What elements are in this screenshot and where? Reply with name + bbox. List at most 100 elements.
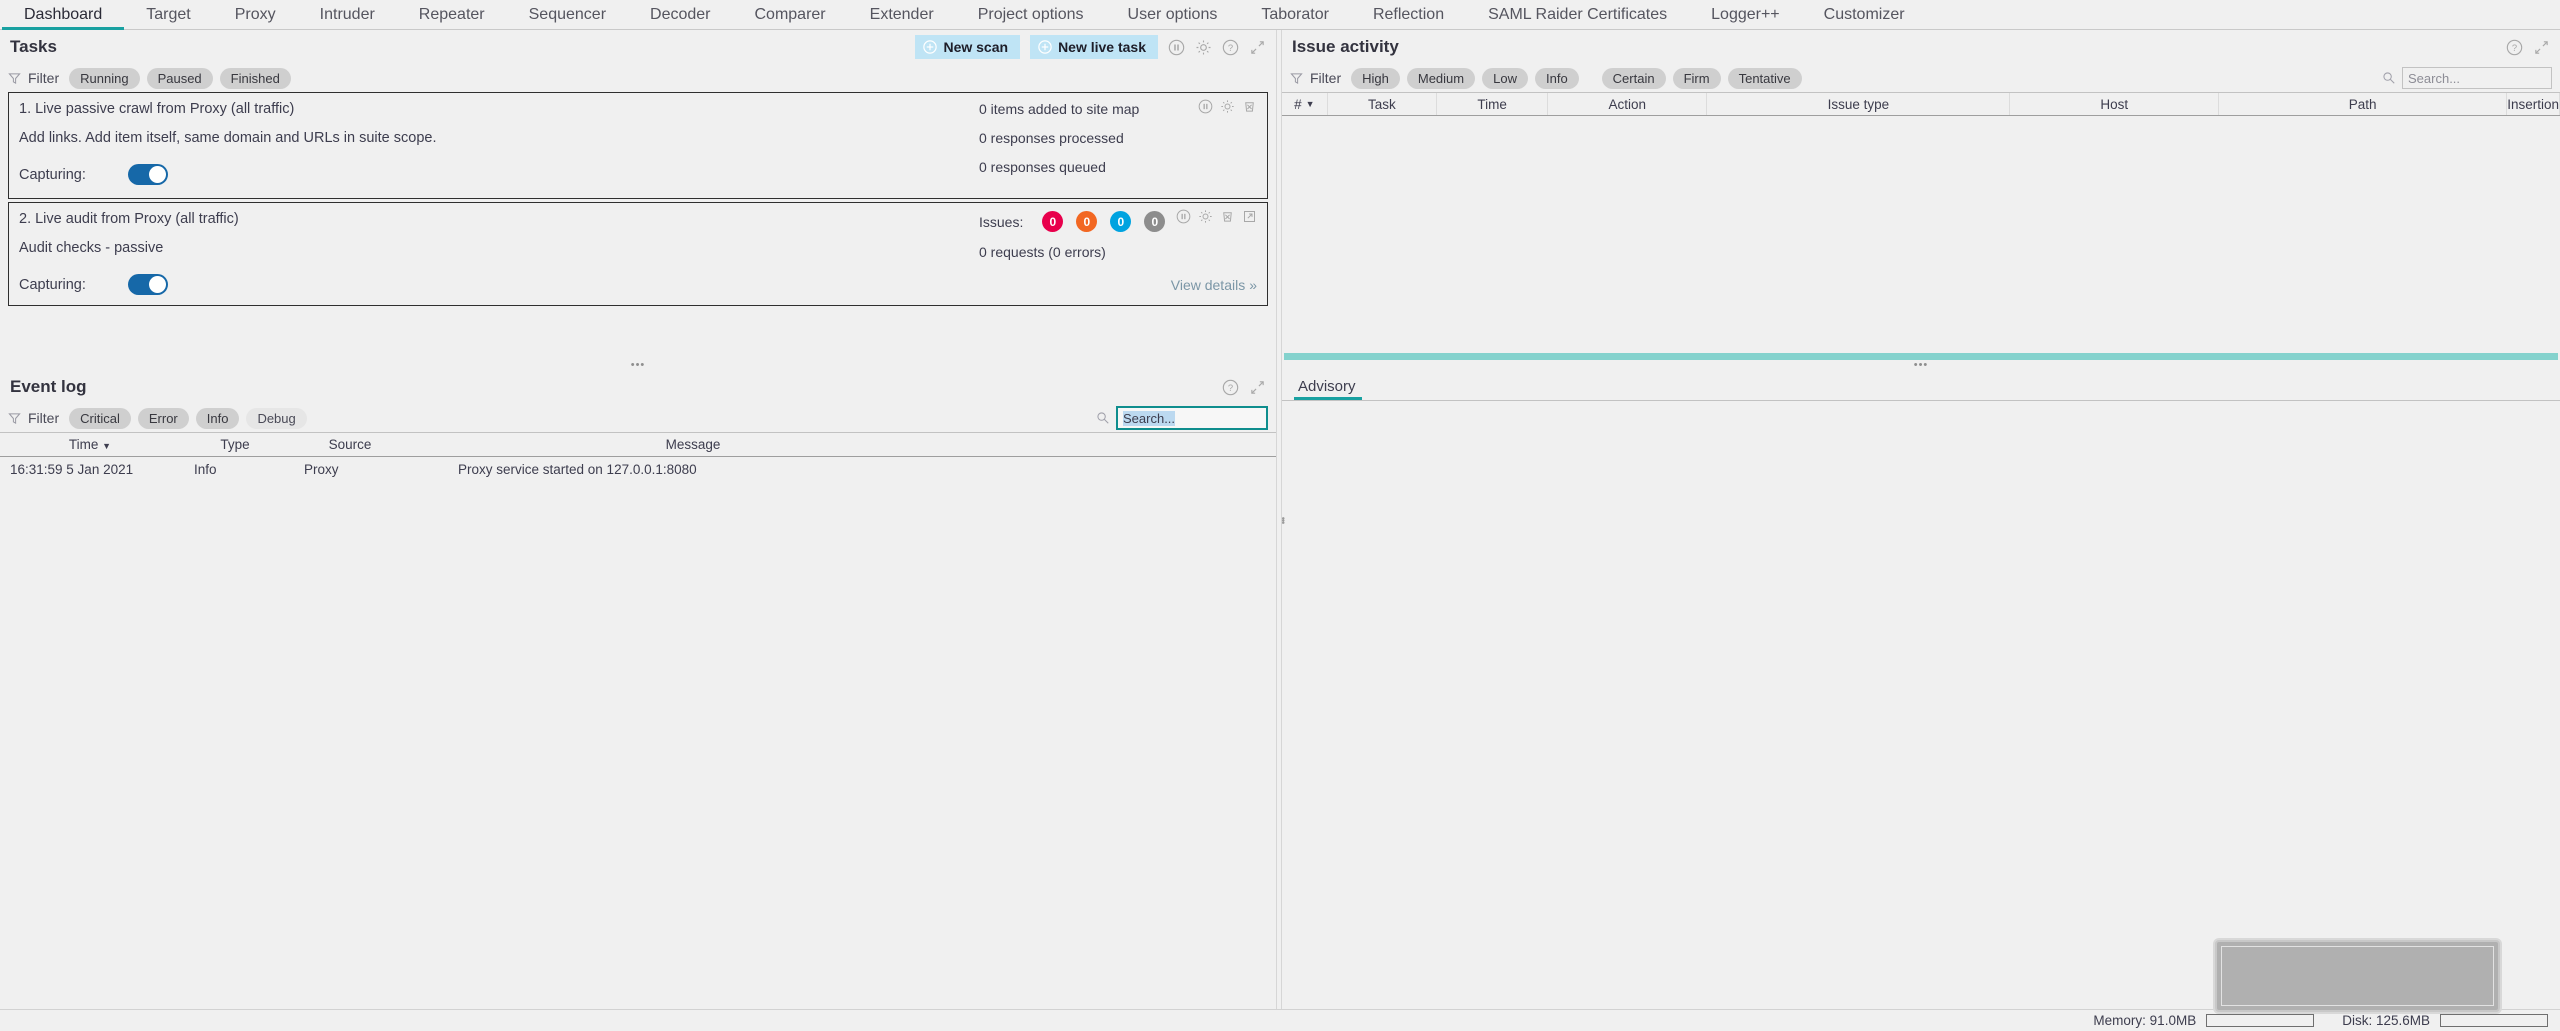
severity-chip-medium[interactable]: Medium xyxy=(1406,67,1476,89)
column-header-path[interactable]: Path xyxy=(2219,93,2508,115)
event-log-search-input[interactable]: Search... xyxy=(1116,406,1268,430)
confidence-chip-certain[interactable]: Certain xyxy=(1601,67,1666,89)
event-log-filter-chip-error[interactable]: Error xyxy=(137,407,189,429)
issues-row: Issues: 0 0 0 0 xyxy=(979,211,1166,232)
nav-tab-sequencer[interactable]: Sequencer xyxy=(507,0,628,29)
confidence-chip-firm[interactable]: Firm xyxy=(1672,67,1721,89)
tasks-title: Tasks xyxy=(10,37,57,56)
issue-activity-filter-label: Filter xyxy=(1310,70,1342,86)
filter-funnel-icon xyxy=(8,72,21,85)
task-title: 2. Live audit from Proxy (all traffic) xyxy=(19,211,239,227)
issue-badge-high[interactable]: 0 xyxy=(1042,211,1064,232)
nav-tab-logger-[interactable]: Logger++ xyxy=(1689,0,1802,29)
nav-tab-label: Sequencer xyxy=(528,5,607,23)
task-stat: 0 responses queued xyxy=(979,159,1106,175)
gear-icon[interactable] xyxy=(1195,39,1212,56)
advisory-tab-advisory[interactable]: Advisory xyxy=(1294,378,1370,400)
popout-icon[interactable] xyxy=(1242,209,1257,224)
issue-advisory-splitter[interactable]: ••• xyxy=(1282,360,2560,371)
nav-tab-intruder[interactable]: Intruder xyxy=(298,0,397,29)
new-scan-button[interactable]: New scan xyxy=(915,35,1021,59)
task-card[interactable]: 1. Live passive crawl from Proxy (all tr… xyxy=(8,92,1268,199)
nav-tab-target[interactable]: Target xyxy=(124,0,212,29)
expand-icon[interactable] xyxy=(1249,379,1266,396)
column-header-task[interactable]: Task xyxy=(1328,93,1438,115)
gear-icon[interactable] xyxy=(1198,209,1213,224)
issue-badge-medium[interactable]: 0 xyxy=(1076,211,1098,232)
nav-tab-decoder[interactable]: Decoder xyxy=(628,0,732,29)
trash-icon[interactable] xyxy=(1220,209,1235,224)
column-header-number[interactable]: # ▼ xyxy=(1282,93,1328,115)
tasks-filter-chip-finished[interactable]: Finished xyxy=(219,67,291,89)
nav-tab-label: Intruder xyxy=(319,5,375,23)
pause-icon[interactable] xyxy=(1168,39,1185,56)
issue-activity-panel: Issue activity ? Filter High Medium Low … xyxy=(1282,30,2560,360)
nav-tab-reflection[interactable]: Reflection xyxy=(1351,0,1466,29)
severity-chip-info[interactable]: Info xyxy=(1534,67,1579,89)
tasks-list: 1. Live passive crawl from Proxy (all tr… xyxy=(0,92,1276,360)
nav-tab-saml-raider-certificates[interactable]: SAML Raider Certificates xyxy=(1466,0,1689,29)
event-log-title: Event log xyxy=(10,377,87,396)
severity-chip-low[interactable]: Low xyxy=(1482,67,1528,89)
nav-tab-project-options[interactable]: Project options xyxy=(956,0,1106,29)
column-header-time[interactable]: Time ▼ xyxy=(0,437,180,452)
confidence-chip-tentative[interactable]: Tentative xyxy=(1727,67,1802,89)
nav-tab-customizer[interactable]: Customizer xyxy=(1802,0,1927,29)
issue-activity-table: # ▼ Task Time Action Issue type Host Pat… xyxy=(1282,92,2560,360)
nav-tab-user-options[interactable]: User options xyxy=(1106,0,1240,29)
column-header-insertion[interactable]: Insertion xyxy=(2507,93,2560,115)
column-header-source[interactable]: Source xyxy=(290,437,410,452)
issue-badge-low[interactable]: 0 xyxy=(1110,211,1132,232)
nav-tab-proxy[interactable]: Proxy xyxy=(213,0,298,29)
trash-icon[interactable] xyxy=(1242,99,1257,114)
event-log-cell-type: Info xyxy=(194,461,217,477)
tasks-filter-chip-paused[interactable]: Paused xyxy=(146,67,213,89)
disk-label: Disk: 125.6MB xyxy=(2342,1013,2430,1028)
tasks-filter-bar: Filter Running Paused Finished xyxy=(0,64,1276,92)
new-live-task-button[interactable]: New live task xyxy=(1030,35,1158,59)
main-vertical-splitter[interactable]: ••• xyxy=(1276,30,1288,1009)
capturing-toggle[interactable] xyxy=(127,274,168,295)
overlay-panel xyxy=(2215,940,2500,1012)
issue-activity-search-input[interactable]: Search... xyxy=(2402,67,2552,89)
pause-icon[interactable] xyxy=(1176,209,1191,224)
nav-tab-label: Extender xyxy=(869,5,934,23)
pause-icon[interactable] xyxy=(1198,99,1213,114)
column-header-action[interactable]: Action xyxy=(1548,93,1708,115)
severity-chip-high[interactable]: High xyxy=(1351,67,1400,89)
capturing-row: Capturing: xyxy=(19,274,967,295)
search-icon xyxy=(1096,411,1110,425)
event-log-filter-chip-critical[interactable]: Critical xyxy=(69,407,131,429)
column-header-message[interactable]: Message xyxy=(410,437,1276,452)
event-log-filter-label: Filter xyxy=(28,410,60,426)
task-stat: 0 responses processed xyxy=(979,130,1124,146)
nav-tab-comparer[interactable]: Comparer xyxy=(733,0,848,29)
gear-icon[interactable] xyxy=(1220,99,1235,114)
column-header-host[interactable]: Host xyxy=(2010,93,2220,115)
view-details-link[interactable]: View details» xyxy=(1171,277,1257,293)
help-icon[interactable]: ? xyxy=(2506,39,2523,56)
nav-tab-dashboard[interactable]: Dashboard xyxy=(2,0,125,30)
help-icon[interactable]: ? xyxy=(1222,379,1239,396)
help-icon[interactable]: ? xyxy=(1222,39,1239,56)
expand-icon[interactable] xyxy=(2533,39,2550,56)
capturing-toggle[interactable] xyxy=(127,164,168,185)
tasks-filter-chip-running[interactable]: Running xyxy=(69,67,140,89)
svg-text:?: ? xyxy=(1228,383,1233,394)
tasks-eventlog-splitter[interactable]: ••• xyxy=(0,360,1276,371)
task-action-icons xyxy=(1198,99,1257,114)
event-log-row[interactable]: 16:31:59 5 Jan 2021 Info Proxy Proxy servic… xyxy=(0,457,1276,481)
toggle-knob xyxy=(148,166,166,183)
column-header-time[interactable]: Time xyxy=(1437,93,1549,115)
expand-icon[interactable] xyxy=(1249,39,1266,56)
nav-tab-taborator[interactable]: Taborator xyxy=(1239,0,1351,29)
tasks-header-actions: New scan New live task ? xyxy=(915,35,1266,59)
event-log-filter-chip-info[interactable]: Info xyxy=(195,407,240,429)
column-header-issue-type[interactable]: Issue type xyxy=(1707,93,2011,115)
nav-tab-repeater[interactable]: Repeater xyxy=(397,0,507,29)
event-log-filter-chip-debug[interactable]: Debug xyxy=(246,407,307,429)
issue-badge-info[interactable]: 0 xyxy=(1144,211,1166,232)
nav-tab-extender[interactable]: Extender xyxy=(848,0,956,29)
column-header-type[interactable]: Type xyxy=(180,437,290,452)
task-card[interactable]: 2. Live audit from Proxy (all traffic) Au… xyxy=(8,202,1268,306)
